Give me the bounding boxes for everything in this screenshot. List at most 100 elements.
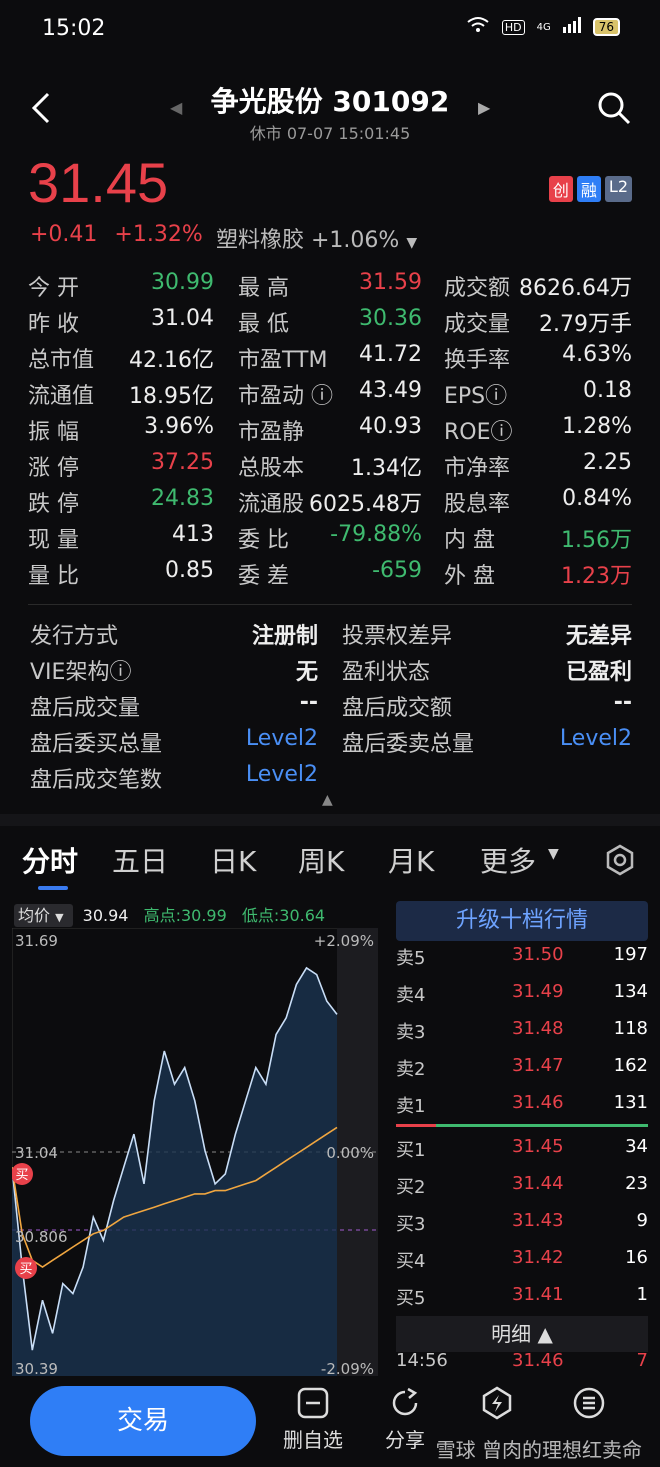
detail-button[interactable]: 明细 ▲ (396, 1316, 648, 1352)
quote-label: 总股本 (238, 456, 305, 481)
battery-icon: 76 (592, 18, 620, 36)
level-price: 31.47 (512, 1055, 564, 1076)
tab-3[interactable]: 周K (298, 840, 344, 880)
quote-row: 量 比 0.85 委 差 -659 外 盘 1.23万 (28, 558, 632, 594)
info-value[interactable]: Level2 (560, 726, 632, 751)
ask-bid-divider-green (436, 1124, 648, 1127)
bid-row[interactable]: 买1 31.45 34 (396, 1136, 648, 1166)
settings-icon[interactable] (604, 844, 636, 880)
info-label: 盘后委买总量 (30, 732, 163, 757)
quote-label: 昨 收 (28, 312, 79, 337)
badge: 融 (576, 176, 601, 202)
search-icon[interactable] (596, 90, 632, 126)
bid-row[interactable]: 买3 31.43 9 (396, 1210, 648, 1240)
ask-row[interactable]: 卖5 31.50 197 (396, 944, 648, 974)
section-separator (0, 814, 660, 826)
tab-2[interactable]: 日K (210, 840, 256, 880)
pct-mid-label: 0.00% (326, 1144, 374, 1162)
quote-row: 流通值 18.95亿 市盈动 ⓘ 43.49 EPSⓘ 0.18 (28, 378, 632, 414)
quote-value: 2.79万手 (539, 312, 632, 337)
tab-1[interactable]: 五日 (112, 840, 168, 880)
quote-value: 3.96% (144, 414, 214, 439)
quote-value: -659 (372, 558, 422, 583)
ask-row[interactable]: 卖1 31.46 131 (396, 1092, 648, 1122)
next-stock-icon[interactable]: ▶ (478, 98, 490, 117)
quote-value: 1.28% (562, 414, 632, 439)
level-volume: 23 (625, 1173, 648, 1194)
bid-row[interactable]: 买2 31.44 23 (396, 1173, 648, 1203)
quote-value: 30.36 (359, 306, 422, 331)
y-mid-label: 31.04 (15, 1144, 58, 1162)
quote-value: 0.85 (165, 558, 214, 583)
level-label: 卖5 (396, 948, 426, 969)
info-value[interactable]: Level2 (246, 726, 318, 751)
alert-button[interactable] (452, 1386, 542, 1424)
info-label: 盘后成交笔数 (30, 768, 163, 793)
quote-label: 内 盘 (444, 528, 495, 553)
quote-value: 4.63% (562, 342, 632, 367)
more-menu-button[interactable] (544, 1386, 634, 1424)
quote-label: 成交量 (444, 312, 511, 337)
tab-underline (38, 886, 68, 890)
tab-4[interactable]: 月K (388, 840, 434, 880)
info-row: 盘后成交量 -- 盘后成交额 -- (30, 690, 632, 726)
info-label: 发行方式 (30, 624, 119, 649)
quote-label: 涨 停 (28, 456, 79, 481)
level-price: 31.43 (512, 1210, 564, 1231)
quote-value: 1.34亿 (351, 456, 422, 481)
level-price: 31.49 (512, 981, 564, 1002)
industry-link[interactable]: 塑料橡胶 +1.06% ▼ (216, 222, 417, 254)
info-row: VIE架构ⓘ 无盈利状态 已盈利 (30, 654, 632, 690)
quote-row: 现 量 413 委 比 -79.88% 内 盘 1.56万 (28, 522, 632, 558)
remove-watchlist-label: 删自选 (283, 1428, 343, 1452)
badge: L2 (604, 176, 632, 202)
ask-row[interactable]: 卖2 31.47 162 (396, 1055, 648, 1085)
level-volume: 197 (613, 944, 648, 965)
info-value[interactable]: Level2 (246, 762, 318, 787)
trade-button[interactable]: 交易 (30, 1386, 256, 1456)
quote-value: -79.88% (330, 522, 422, 547)
quote-label: 委 差 (238, 564, 289, 589)
ask-row[interactable]: 卖3 31.48 118 (396, 1018, 648, 1048)
quote-row: 涨 停 37.25 总股本 1.34亿 市净率 2.25 (28, 450, 632, 486)
level-volume: 162 (613, 1055, 648, 1076)
collapse-icon[interactable]: ▲ (322, 792, 333, 808)
quote-label: EPSⓘ (444, 384, 508, 409)
tab-5[interactable]: 更多 (480, 840, 536, 880)
quote-label: 振 幅 (28, 420, 79, 445)
low-point: 低点:30.64 (241, 906, 326, 925)
remove-watchlist-button[interactable]: 删自选 (268, 1386, 358, 1453)
ask-row[interactable]: 卖4 31.49 134 (396, 981, 648, 1011)
level-volume: 134 (613, 981, 648, 1002)
signal-icon (562, 17, 581, 37)
info-row: 盘后委买总量 Level2 盘后委卖总量 Level2 (30, 726, 632, 762)
level-volume: 34 (625, 1136, 648, 1157)
quote-label: 跌 停 (28, 492, 79, 517)
hd-badge: HD (501, 19, 525, 35)
level-label: 买5 (396, 1288, 426, 1309)
upgrade-level10-button[interactable]: 升级十档行情 (396, 901, 648, 941)
high-point: 高点:30.99 (143, 906, 227, 925)
info-value: -- (299, 690, 318, 715)
level-price: 31.41 (512, 1284, 564, 1305)
stock-badges: 创融 L2 (548, 176, 632, 202)
bid-row[interactable]: 买4 31.42 16 (396, 1247, 648, 1277)
pct-top-label: +2.09% (314, 932, 374, 950)
intraday-chart[interactable]: 31.6931.0430.80630.39+2.09%0.00%-2.09%买买 (12, 928, 378, 1380)
quote-label: 最 高 (238, 276, 289, 301)
quote-value: 2.25 (583, 450, 632, 475)
info-value: -- (613, 690, 632, 715)
chevron-down-icon: ▼ (55, 911, 64, 924)
quote-value: 6025.48万 (309, 492, 422, 517)
chart-header: 均价 ▼ 30.94 高点:30.99 低点:30.64 (14, 902, 326, 927)
tab-0[interactable]: 分时 (22, 840, 78, 880)
tick-volume: 7 (636, 1350, 648, 1371)
bid-row[interactable]: 买5 31.41 1 (396, 1284, 648, 1314)
quote-row: 振 幅 3.96% 市盈静 40.93 ROEⓘ 1.28% (28, 414, 632, 450)
ask-bid-divider-red (396, 1124, 436, 1127)
watermark: 雪球 曾肉的理想红卖命 (435, 1438, 642, 1462)
avg-dropdown[interactable]: 均价 ▼ (14, 904, 73, 927)
level-label: 买3 (396, 1214, 426, 1235)
level-label: 买1 (396, 1140, 426, 1161)
quote-value: 42.16亿 (129, 348, 214, 373)
